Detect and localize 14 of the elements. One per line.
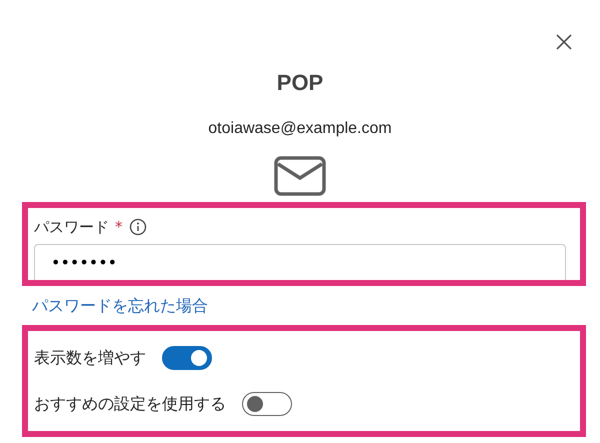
toggle-switch[interactable] (242, 392, 292, 416)
account-email: otoiawase@example.com (207, 120, 393, 138)
close-icon (554, 32, 574, 52)
mail-icon (274, 156, 326, 196)
close-button[interactable] (554, 32, 574, 52)
required-mark: * (115, 218, 122, 236)
password-field[interactable]: ••••••• (34, 244, 566, 280)
dialog-title: POP (276, 70, 324, 96)
toggle-switch[interactable] (162, 346, 212, 370)
info-icon (128, 218, 146, 236)
forgot-password-link[interactable]: パスワードを忘れた場合 (32, 296, 208, 317)
password-label: パスワード (34, 218, 109, 236)
toggle-label: おすすめの設定を使用する (34, 394, 226, 414)
toggle-label: 表示数を増やす (34, 348, 146, 368)
